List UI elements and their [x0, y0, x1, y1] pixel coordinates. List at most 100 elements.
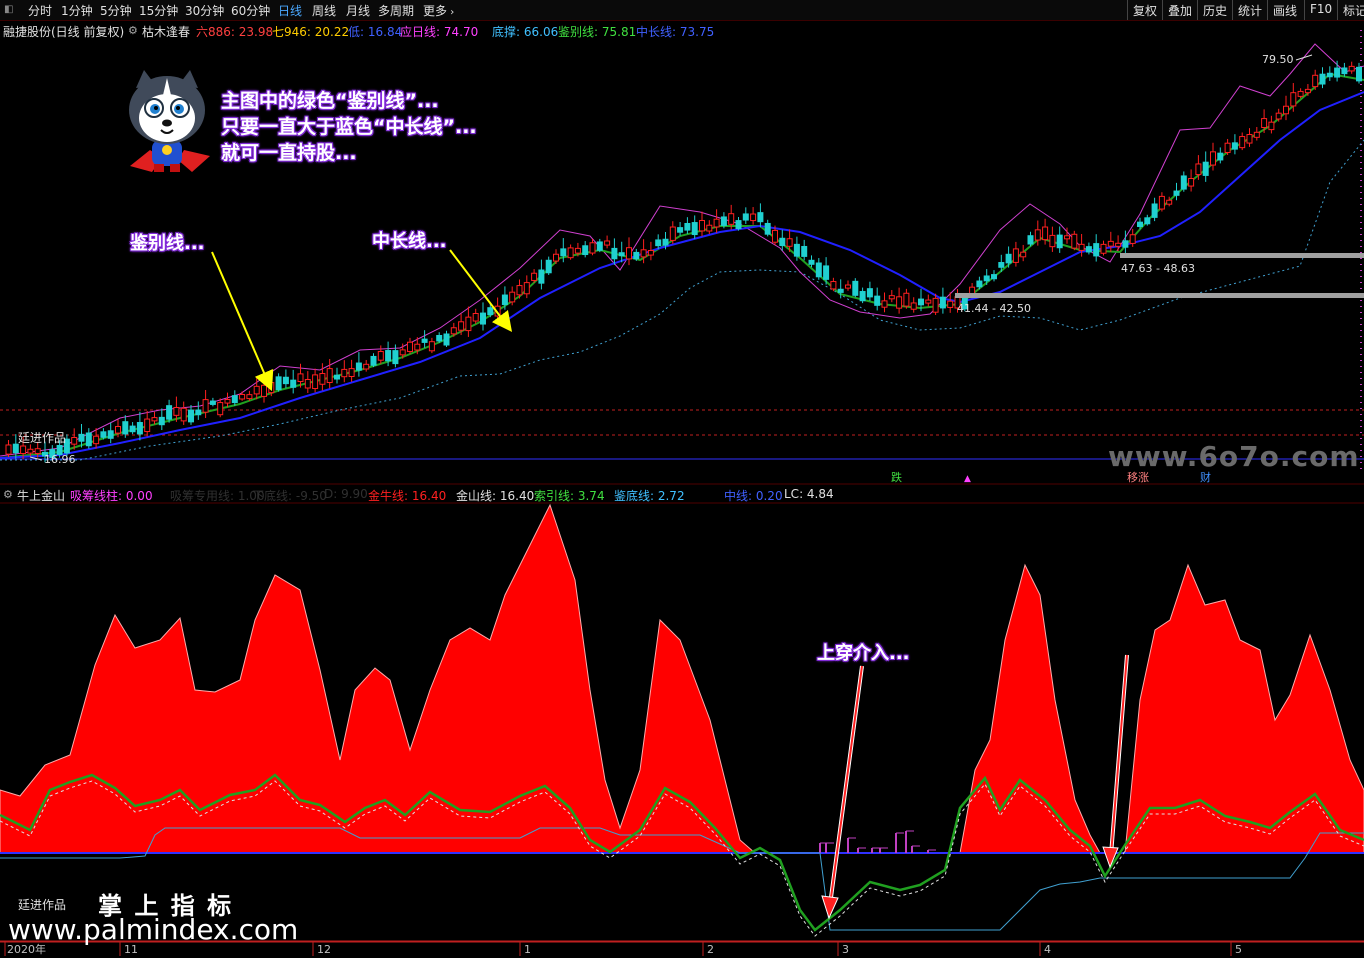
candle — [779, 229, 786, 251]
candle — [1107, 231, 1114, 252]
candle — [377, 345, 384, 364]
zone-upper-label: 47.63 - 48.63 — [1121, 262, 1195, 275]
candle — [1027, 231, 1034, 247]
sub-indicator-value-5: 金山线: 16.40 — [456, 489, 535, 503]
candle — [1246, 128, 1253, 147]
candle — [1056, 226, 1063, 253]
candle — [757, 203, 764, 228]
candle — [1297, 88, 1304, 99]
sub-indicator-value-6: 索引线: 3.74 — [534, 489, 605, 503]
candle — [1210, 142, 1216, 171]
candle — [195, 401, 202, 420]
candle — [1020, 244, 1027, 262]
candle — [304, 371, 311, 394]
candle — [85, 428, 92, 449]
x-tick-label-3: 1 — [524, 943, 531, 956]
candle — [363, 359, 370, 372]
callout-main-line2: 只要一直大于蓝色“中长线”... — [221, 116, 477, 138]
candle — [1253, 126, 1260, 141]
candle — [180, 401, 187, 425]
candle — [1283, 95, 1289, 121]
candle — [896, 287, 903, 314]
candle — [720, 212, 727, 229]
zone-lower-label: 41.44 - 42.50 — [957, 302, 1031, 315]
sub-indicator-bar: ⚙ 牛上金山 吸筹线柱: 0.00 吸筹专用线: 1.00 下底线: -9.50 D:… — [0, 485, 1364, 503]
candle — [706, 220, 713, 235]
candle — [903, 288, 910, 309]
candle — [735, 217, 742, 231]
sub-indicator-settings-icon[interactable]: ⚙ — [3, 488, 13, 501]
candle — [1180, 171, 1187, 192]
candle — [845, 280, 851, 291]
candle — [815, 258, 822, 280]
candle — [596, 238, 603, 253]
candle — [888, 290, 895, 303]
candle — [647, 241, 654, 261]
jinniu-area — [0, 503, 1364, 854]
candle — [538, 259, 545, 290]
candle — [677, 221, 684, 236]
candle — [1224, 138, 1231, 156]
candle — [1115, 235, 1122, 252]
sub-indicator-value-1: 吸筹专用线: 1.00 — [170, 489, 265, 503]
candle — [480, 302, 486, 331]
candle — [531, 269, 538, 283]
candle — [655, 234, 662, 250]
candle — [107, 422, 114, 444]
husky-mascot-icon — [129, 70, 210, 172]
candle — [341, 360, 348, 383]
x-tick-label-2: 12 — [317, 943, 331, 956]
candle — [472, 308, 479, 324]
candle — [582, 241, 589, 258]
watermark-site2: www.palmindex.com — [8, 913, 299, 946]
candle — [684, 217, 691, 234]
candle — [633, 248, 640, 261]
candle — [545, 256, 552, 275]
x-tick-label-5: 3 — [842, 943, 849, 956]
candle — [830, 277, 837, 292]
candle — [1348, 61, 1355, 74]
candle — [202, 389, 209, 418]
candle — [874, 287, 881, 311]
sub-indicator-name[interactable]: 牛上金山 — [17, 487, 65, 504]
candle — [436, 332, 443, 343]
candle — [348, 359, 355, 382]
signal-marker-die: 跌 — [891, 470, 902, 484]
jinniu-area-fill — [0, 503, 1364, 854]
candle — [231, 390, 238, 406]
callout-shangchuan: 上穿介入... — [817, 643, 910, 664]
watermark-site1: www.6o7o.com — [1108, 440, 1360, 473]
zone-bar-lower — [955, 293, 1364, 298]
candle — [355, 352, 362, 377]
sub-indicator-value-9: LC: 4.84 — [784, 487, 834, 501]
candle — [209, 397, 216, 407]
candle — [136, 411, 143, 441]
candle — [5, 440, 12, 458]
callout-jianbie: 鉴别线... — [130, 233, 205, 254]
candle — [626, 237, 632, 266]
candle — [750, 207, 757, 225]
candle — [334, 367, 340, 384]
signal-marker-up-icon: ▲ — [964, 474, 971, 484]
candle — [407, 337, 413, 355]
candle — [1085, 242, 1092, 255]
jianbie-arrow — [211, 251, 274, 392]
candle — [1049, 226, 1056, 252]
candle — [1173, 182, 1180, 201]
candle — [801, 239, 808, 261]
entry-arrow-1 — [821, 665, 864, 920]
candle — [1326, 66, 1333, 81]
candle — [553, 249, 559, 265]
candle — [866, 281, 873, 302]
candle — [1012, 241, 1019, 267]
candle — [428, 337, 435, 354]
callout-zhongchang: 中长线... — [372, 231, 447, 252]
candle — [370, 353, 377, 368]
candle — [939, 287, 946, 314]
candle — [166, 399, 173, 423]
candle — [604, 235, 611, 249]
sub-indicator-value-8: 中线: 0.20 — [724, 489, 783, 503]
x-tick-label-7: 5 — [1235, 943, 1242, 956]
candle — [1334, 60, 1341, 82]
candle — [1144, 214, 1151, 226]
